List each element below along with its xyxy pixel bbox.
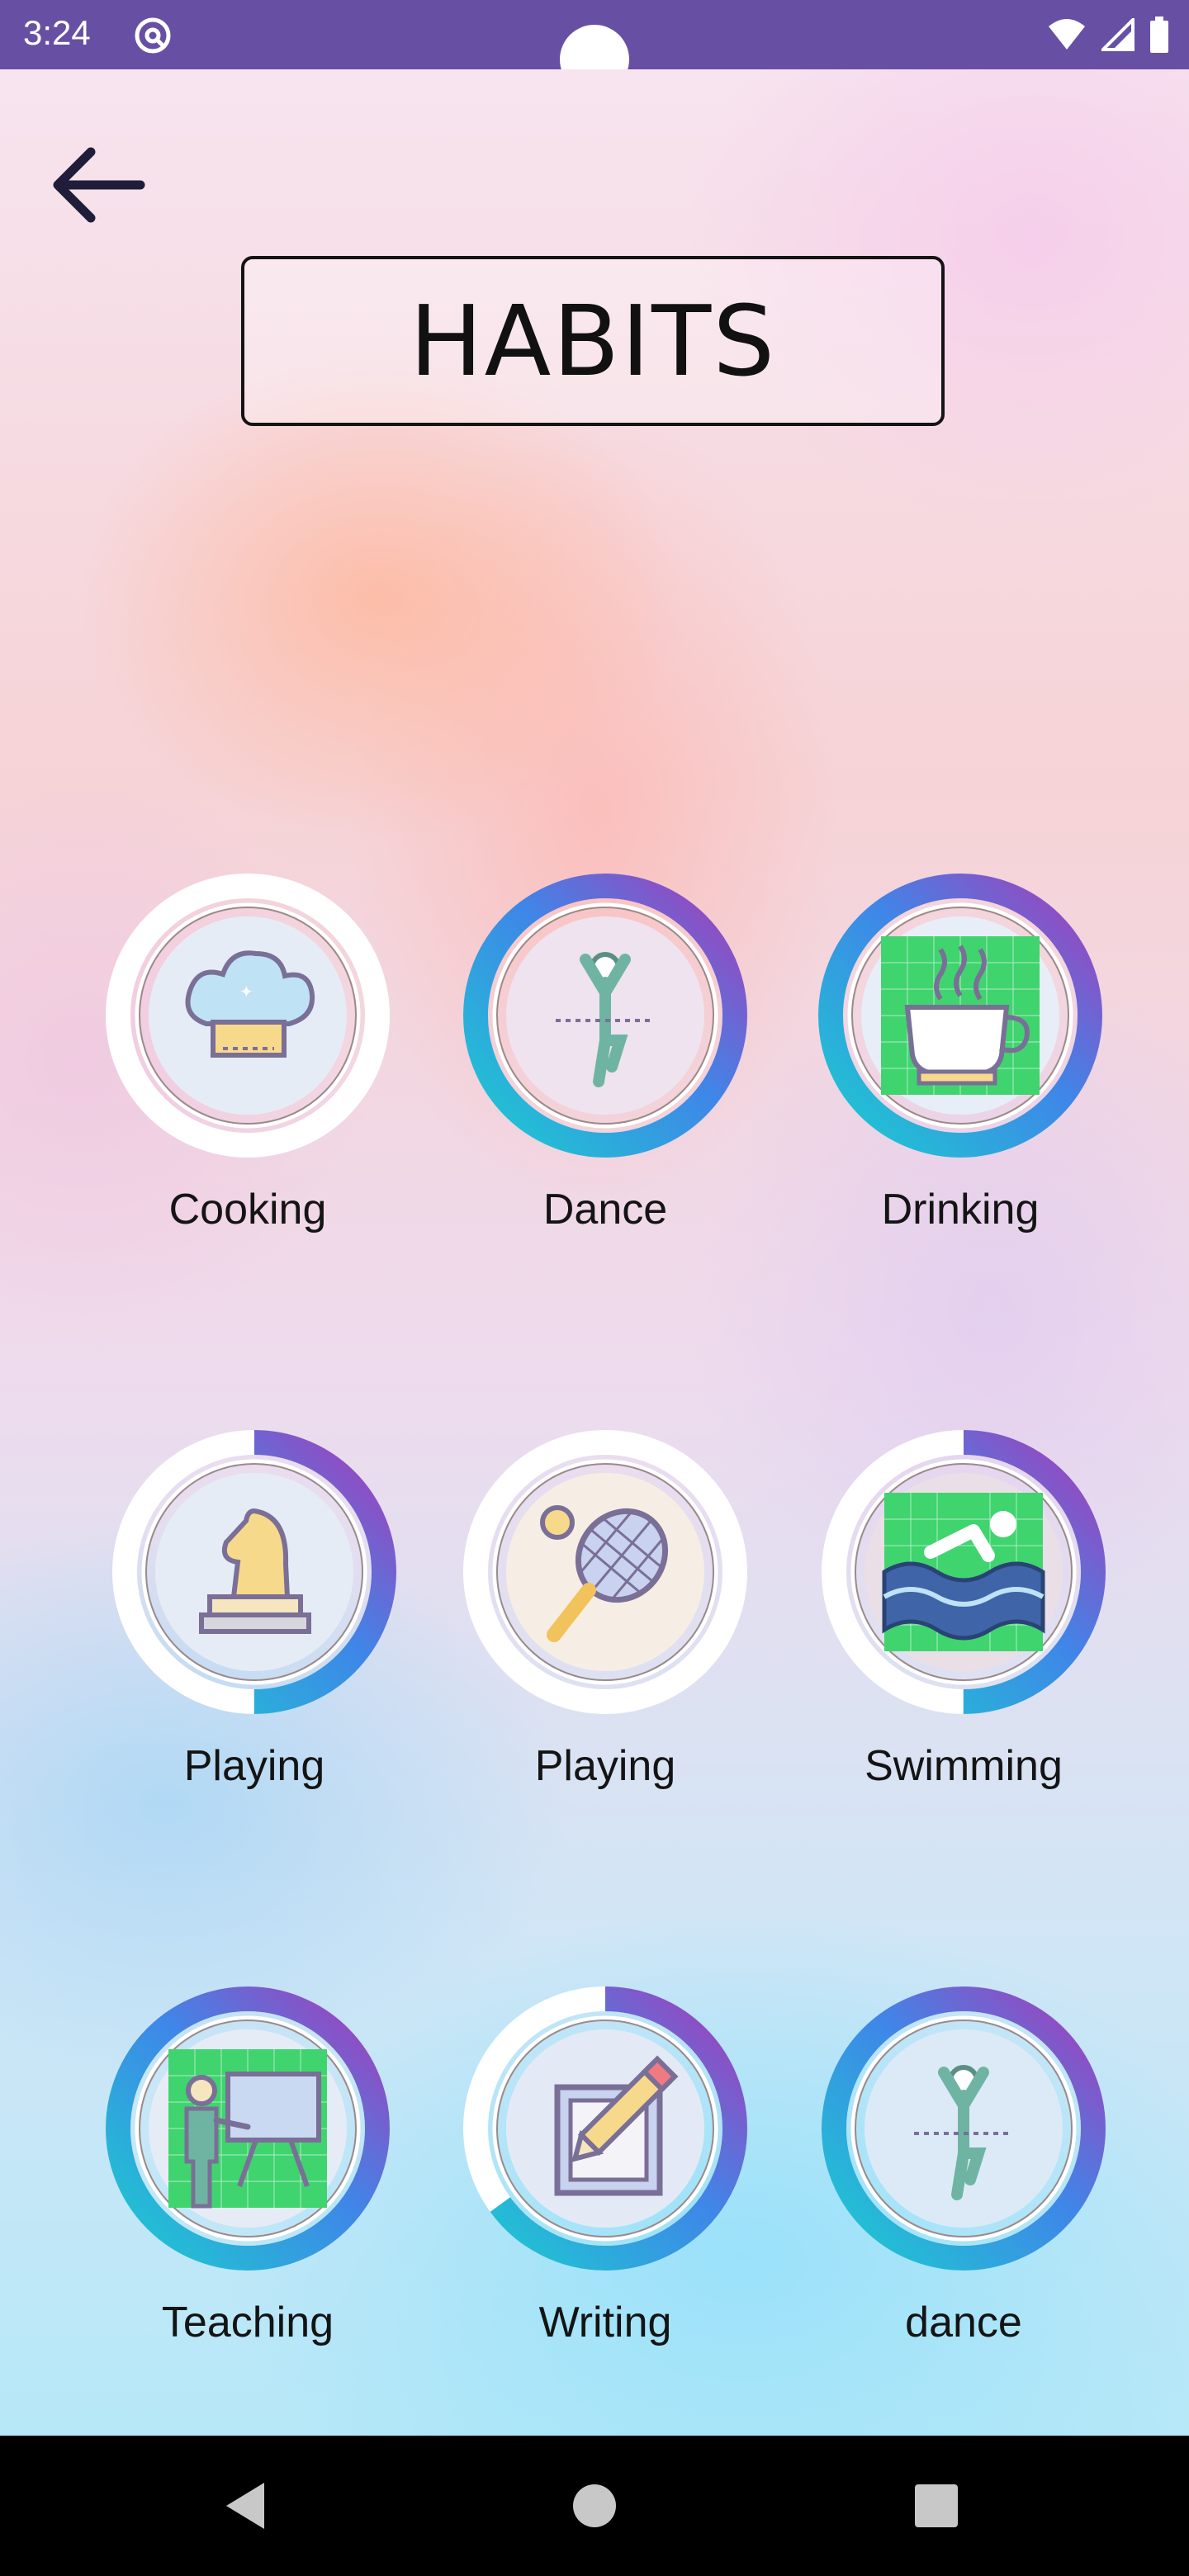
habit-item[interactable]: Teaching xyxy=(99,1980,396,2368)
dancer-icon xyxy=(506,916,704,1115)
habit-item[interactable]: Dance xyxy=(457,867,754,1255)
wifi-icon xyxy=(1049,19,1085,50)
back-triangle-icon[interactable] xyxy=(215,2473,281,2539)
habit-label: dance xyxy=(905,2299,1022,2346)
habit-label: Playing xyxy=(183,1742,325,1790)
system-nav-bar xyxy=(0,2436,1189,2576)
tennis-racket-icon xyxy=(506,1473,704,1671)
title-box: HABITS xyxy=(241,256,945,426)
dancer-icon xyxy=(865,2029,1063,2228)
habit-label: Dance xyxy=(542,1186,668,1234)
habit-item[interactable]: Playing xyxy=(106,1423,403,1811)
habit-label: Swimming xyxy=(865,1742,1063,1790)
habit-label: Teaching xyxy=(161,2299,334,2346)
page-title: HABITS xyxy=(409,284,777,398)
battery-icon xyxy=(1150,17,1168,53)
at-sign-icon xyxy=(135,17,171,54)
status-bar: 3:24 xyxy=(0,0,1189,94)
chef-hat-icon: ✦ xyxy=(149,916,347,1115)
habit-item[interactable]: Swimming xyxy=(815,1423,1112,1811)
habit-label: Playing xyxy=(534,1742,676,1790)
habit-label: Drinking xyxy=(881,1186,1040,1234)
status-icons xyxy=(1047,15,1169,54)
habit-item[interactable]: Playing xyxy=(457,1423,754,1811)
teacher-board-icon xyxy=(149,2029,347,2228)
pencil-paper-icon xyxy=(506,2029,704,2228)
habit-item[interactable]: Drinking xyxy=(812,867,1109,1255)
signal-icon xyxy=(1101,18,1135,51)
recents-square-icon[interactable] xyxy=(903,2473,969,2539)
status-time: 3:24 xyxy=(23,13,91,52)
habits-screen: HABITS ✦ Cooking Dance Drinking Playing … xyxy=(0,69,1189,2436)
habit-item[interactable]: dance xyxy=(815,1980,1112,2368)
back-arrow-icon[interactable] xyxy=(48,142,147,233)
swimmer-icon xyxy=(865,1473,1063,1671)
home-circle-icon[interactable] xyxy=(561,2473,628,2539)
coffee-cup-icon xyxy=(861,916,1059,1115)
svg-text:✦: ✦ xyxy=(239,982,253,1002)
habit-label: Cooking xyxy=(168,1186,327,1234)
habit-item[interactable]: Writing xyxy=(457,1980,754,2368)
habit-item[interactable]: ✦ Cooking xyxy=(99,867,396,1255)
chess-knight-icon xyxy=(155,1473,353,1671)
habit-label: Writing xyxy=(538,2299,672,2346)
